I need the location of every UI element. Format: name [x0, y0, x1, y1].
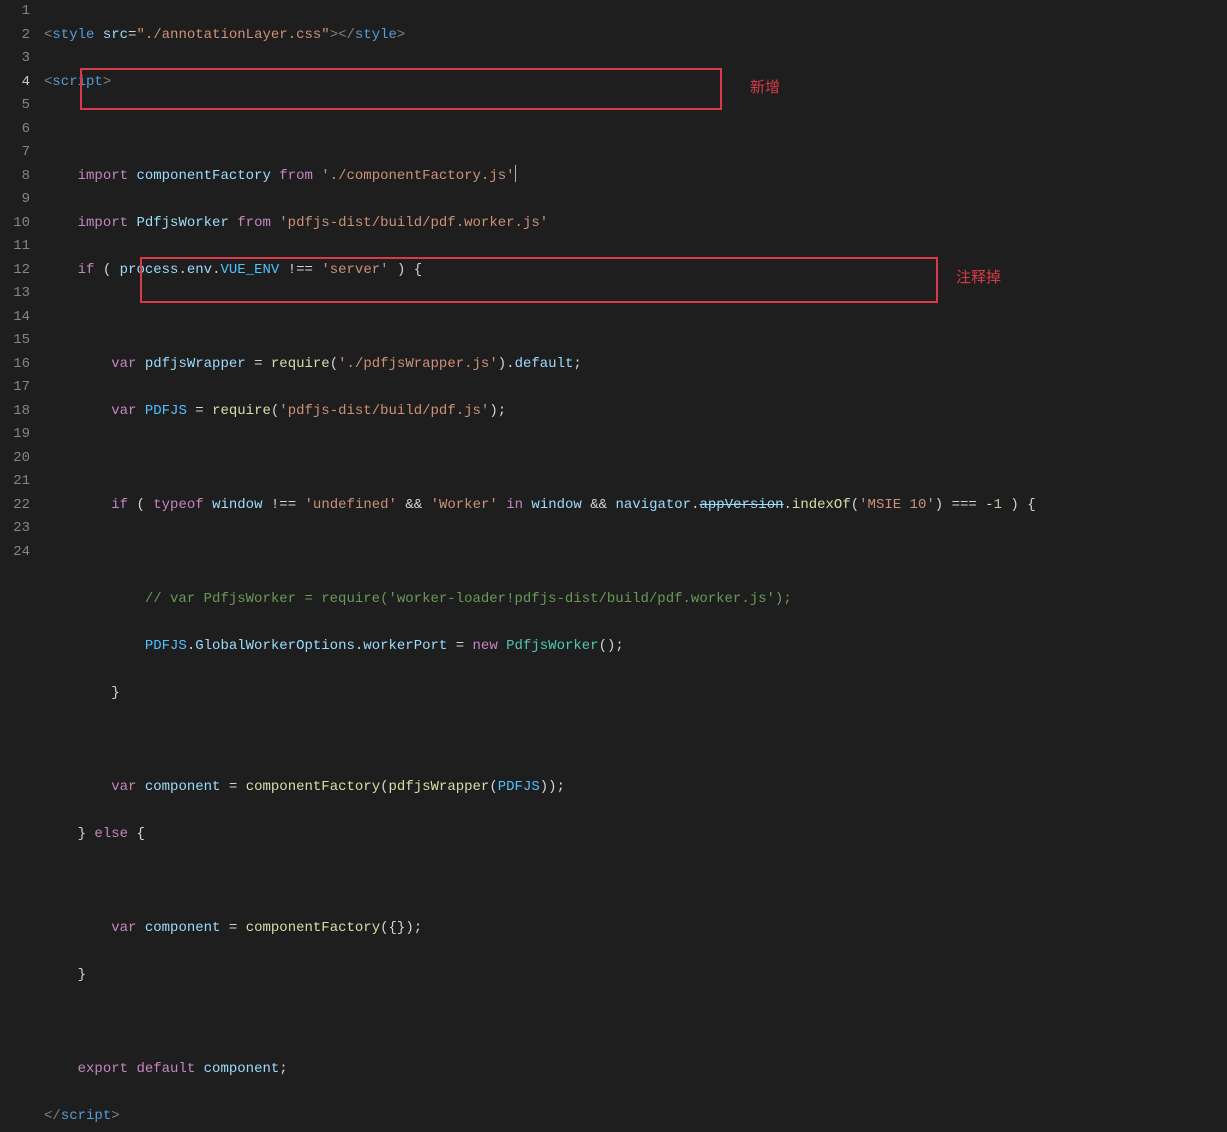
- code-line: }: [44, 964, 1227, 988]
- code-area[interactable]: <style src="./annotationLayer.css"></sty…: [44, 0, 1227, 566]
- code-line: var PDFJS = require('pdfjs-dist/build/pd…: [44, 400, 1227, 424]
- line-number: 11: [0, 235, 30, 259]
- annotation-add: 新增: [750, 76, 780, 100]
- line-number: 8: [0, 165, 30, 189]
- code-editor[interactable]: 123456789101112131415161718192021222324 …: [0, 0, 1227, 566]
- code-line: if ( typeof window !== 'undefined' && 'W…: [44, 494, 1227, 518]
- line-number: 24: [0, 541, 30, 565]
- code-line: var component = componentFactory({});: [44, 917, 1227, 941]
- line-number: 5: [0, 94, 30, 118]
- code-line: [44, 306, 1227, 330]
- code-line: var pdfjsWrapper = require('./pdfjsWrapp…: [44, 353, 1227, 377]
- line-number: 19: [0, 423, 30, 447]
- line-number: 10: [0, 212, 30, 236]
- code-line: export default component;: [44, 1058, 1227, 1082]
- line-number: 1: [0, 0, 30, 24]
- code-line: PDFJS.GlobalWorkerOptions.workerPort = n…: [44, 635, 1227, 659]
- code-line: </script>: [44, 1105, 1227, 1129]
- line-number: 4: [0, 71, 30, 95]
- line-number: 9: [0, 188, 30, 212]
- line-number: 6: [0, 118, 30, 142]
- line-number: 14: [0, 306, 30, 330]
- code-line: <style src="./annotationLayer.css"></sty…: [44, 24, 1227, 48]
- line-number: 17: [0, 376, 30, 400]
- code-line: [44, 1011, 1227, 1035]
- line-number: 13: [0, 282, 30, 306]
- line-number: 15: [0, 329, 30, 353]
- code-line: [44, 118, 1227, 142]
- line-number: 7: [0, 141, 30, 165]
- line-number: 3: [0, 47, 30, 71]
- line-number: 16: [0, 353, 30, 377]
- code-line: }: [44, 682, 1227, 706]
- text-cursor: [515, 165, 516, 182]
- line-number: 2: [0, 24, 30, 48]
- code-line: [44, 541, 1227, 565]
- line-number: 21: [0, 470, 30, 494]
- line-number: 18: [0, 400, 30, 424]
- code-line: // var PdfjsWorker = require('worker-loa…: [44, 588, 1227, 612]
- code-line: import componentFactory from './componen…: [44, 165, 1227, 189]
- code-line: } else {: [44, 823, 1227, 847]
- code-line: <script>: [44, 71, 1227, 95]
- line-number: 20: [0, 447, 30, 471]
- line-number-gutter: 123456789101112131415161718192021222324: [0, 0, 44, 566]
- code-line: if ( process.env.VUE_ENV !== 'server' ) …: [44, 259, 1227, 283]
- code-line: [44, 729, 1227, 753]
- annotation-comment-out: 注释掉: [956, 266, 1001, 290]
- code-line: [44, 870, 1227, 894]
- code-line: var component = componentFactory(pdfjsWr…: [44, 776, 1227, 800]
- line-number: 23: [0, 517, 30, 541]
- code-line: import PdfjsWorker from 'pdfjs-dist/buil…: [44, 212, 1227, 236]
- code-line: [44, 447, 1227, 471]
- line-number: 22: [0, 494, 30, 518]
- line-number: 12: [0, 259, 30, 283]
